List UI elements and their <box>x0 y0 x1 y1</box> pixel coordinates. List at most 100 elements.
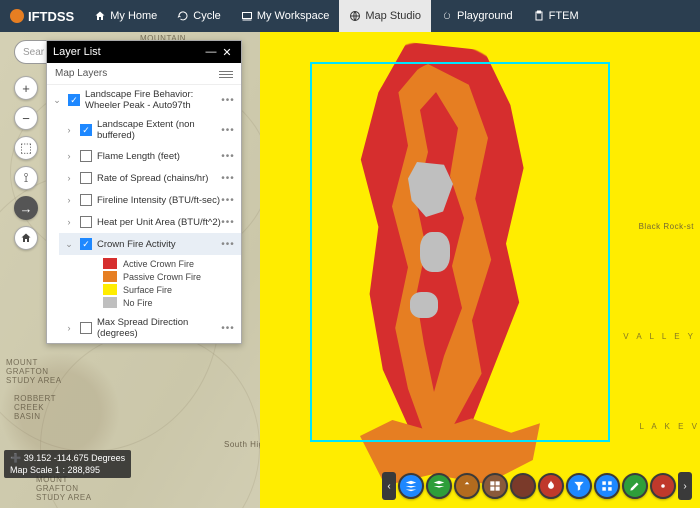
brand: IFTDSS <box>0 9 84 24</box>
filter-tool[interactable] <box>566 473 592 499</box>
expand-icon[interactable]: › <box>63 323 75 333</box>
expand-icon[interactable]: › <box>63 173 75 183</box>
nav-mapstudio[interactable]: Map Studio <box>339 0 431 32</box>
layer-more-icon[interactable]: ••• <box>221 95 235 106</box>
layer-label: Heat per Unit Area (BTU/ft^2) <box>97 217 221 228</box>
layer-row-crownfire[interactable]: ⌄ Crown Fire Activity ••• <box>59 233 241 255</box>
zoom-out-button[interactable]: − <box>14 106 38 130</box>
locate-button[interactable]: ⟟ <box>14 166 38 190</box>
brand-text: IFTDSS <box>28 9 74 24</box>
settings-tool[interactable] <box>650 473 676 499</box>
fire-tool[interactable] <box>538 473 564 499</box>
tool-dock: ‹ › <box>382 472 692 500</box>
layer-label: Fireline Intensity (BTU/ft-sec) <box>97 195 221 206</box>
swatch-active <box>103 258 117 269</box>
crownfire-legend: Active Crown Fire Passive Crown Fire Sur… <box>59 255 241 313</box>
dock-scroll-left[interactable]: ‹ <box>382 472 396 500</box>
cycle-icon <box>177 10 189 22</box>
layer-checkbox[interactable] <box>80 172 92 184</box>
legend-item: Active Crown Fire <box>103 257 241 270</box>
landscape-tool[interactable] <box>426 473 452 499</box>
nav-mapstudio-label: Map Studio <box>365 10 421 22</box>
layer-row-maxspread[interactable]: › Max Spread Direction (degrees) ••• <box>59 313 241 343</box>
layer-label: Max Spread Direction (degrees) <box>97 317 221 339</box>
layer-row-flamelength[interactable]: › Flame Length (feet) ••• <box>59 145 241 167</box>
nav-ftem[interactable]: FTEM <box>523 0 589 32</box>
layer-checkbox[interactable] <box>80 150 92 162</box>
zoom-in-button[interactable]: + <box>14 76 38 100</box>
next-extent-button[interactable]: → <box>14 196 38 220</box>
map-controls: + − ⬚ ⟟ → <box>14 76 38 250</box>
layer-row-ros[interactable]: › Rate of Spread (chains/hr) ••• <box>59 167 241 189</box>
panel-subheader: Map Layers <box>47 63 241 85</box>
clipboard-icon <box>533 10 545 22</box>
layer-checkbox[interactable] <box>80 322 92 334</box>
layer-list-panel: Layer List — ✕ Map Layers ⌄ Landscape Fi… <box>46 40 242 344</box>
layer-label: Flame Length (feet) <box>97 151 221 162</box>
panel-title: Layer List <box>53 46 101 58</box>
nav-cycle[interactable]: Cycle <box>167 0 231 32</box>
layer-more-icon[interactable]: ••• <box>221 125 235 136</box>
nav-playground[interactable]: Playground <box>431 0 523 32</box>
default-extent-button[interactable]: ⬚ <box>14 136 38 160</box>
close-icon[interactable]: ✕ <box>219 46 235 59</box>
layer-row-fireline[interactable]: › Fireline Intensity (BTU/ft-sec) ••• <box>59 189 241 211</box>
nav-workspace-label: My Workspace <box>257 10 330 22</box>
layer-row-extent[interactable]: › Landscape Extent (non buffered) ••• <box>59 115 241 145</box>
layer-checkbox[interactable] <box>68 94 80 106</box>
panel-header[interactable]: Layer List — ✕ <box>47 41 241 63</box>
dock-scroll-right[interactable]: › <box>678 472 692 500</box>
layer-label: Rate of Spread (chains/hr) <box>97 173 221 184</box>
layer-checkbox[interactable] <box>80 194 92 206</box>
brand-icon <box>10 9 24 23</box>
layer-more-icon[interactable]: ••• <box>221 151 235 162</box>
layer-more-icon[interactable]: ••• <box>221 323 235 334</box>
layers-tool[interactable] <box>398 473 424 499</box>
expand-icon[interactable]: › <box>63 125 75 135</box>
map-label: MOUNT GRAFTON STUDY AREA <box>6 358 62 385</box>
layer-row-hpua[interactable]: › Heat per Unit Area (BTU/ft^2) ••• <box>59 211 241 233</box>
nav-home[interactable]: My Home <box>84 0 167 32</box>
upload-tool[interactable] <box>454 473 480 499</box>
legend-item: No Fire <box>103 296 241 309</box>
basemap-tool[interactable] <box>482 473 508 499</box>
nav-home-label: My Home <box>110 10 157 22</box>
swatch-passive <box>103 271 117 282</box>
expand-icon[interactable]: › <box>63 151 75 161</box>
layer-checkbox[interactable] <box>80 216 92 228</box>
layer-more-icon[interactable]: ••• <box>221 173 235 184</box>
layer-label: Landscape Fire Behavior: Wheeler Peak - … <box>85 89 221 111</box>
collapse-icon[interactable]: ⌄ <box>63 239 75 250</box>
coord-line: ➕ 39.152 -114.675 Degrees <box>10 452 125 464</box>
layer-label: Landscape Extent (non buffered) <box>97 119 221 141</box>
expand-icon[interactable]: › <box>63 195 75 205</box>
layer-more-icon[interactable]: ••• <box>221 195 235 206</box>
layer-row-fire-behavior[interactable]: ⌄ Landscape Fire Behavior: Wheeler Peak … <box>47 85 241 115</box>
map-label: MOUNT GRAFTON STUDY AREA <box>36 475 92 502</box>
aoi-extent <box>310 62 610 442</box>
grid-tool[interactable] <box>594 473 620 499</box>
measure-tool[interactable] <box>510 473 536 499</box>
nav-playground-label: Playground <box>457 10 513 22</box>
map-label: Black Rock-st <box>639 222 694 231</box>
layer-more-icon[interactable]: ••• <box>221 217 235 228</box>
panel-menu-icon[interactable] <box>219 69 233 79</box>
legend-item: Surface Fire <box>103 283 241 296</box>
minimize-icon[interactable]: — <box>203 46 219 58</box>
nav-ftem-label: FTEM <box>549 10 579 22</box>
home-extent-button[interactable] <box>14 226 38 250</box>
globe-icon <box>349 10 361 22</box>
layer-label: Crown Fire Activity <box>97 239 221 250</box>
home-icon <box>94 10 106 22</box>
nav-workspace[interactable]: My Workspace <box>231 0 340 32</box>
coordinate-readout: ➕ 39.152 -114.675 Degrees Map Scale 1 : … <box>4 450 131 478</box>
swatch-surface <box>103 284 117 295</box>
expand-icon[interactable]: › <box>63 217 75 227</box>
edit-tool[interactable] <box>622 473 648 499</box>
layer-checkbox[interactable] <box>80 124 92 136</box>
layer-more-icon[interactable]: ••• <box>221 239 235 250</box>
collapse-icon[interactable]: ⌄ <box>51 95 63 106</box>
panel-subtitle: Map Layers <box>55 68 107 79</box>
legend-item: Passive Crown Fire <box>103 270 241 283</box>
layer-checkbox[interactable] <box>80 238 92 250</box>
